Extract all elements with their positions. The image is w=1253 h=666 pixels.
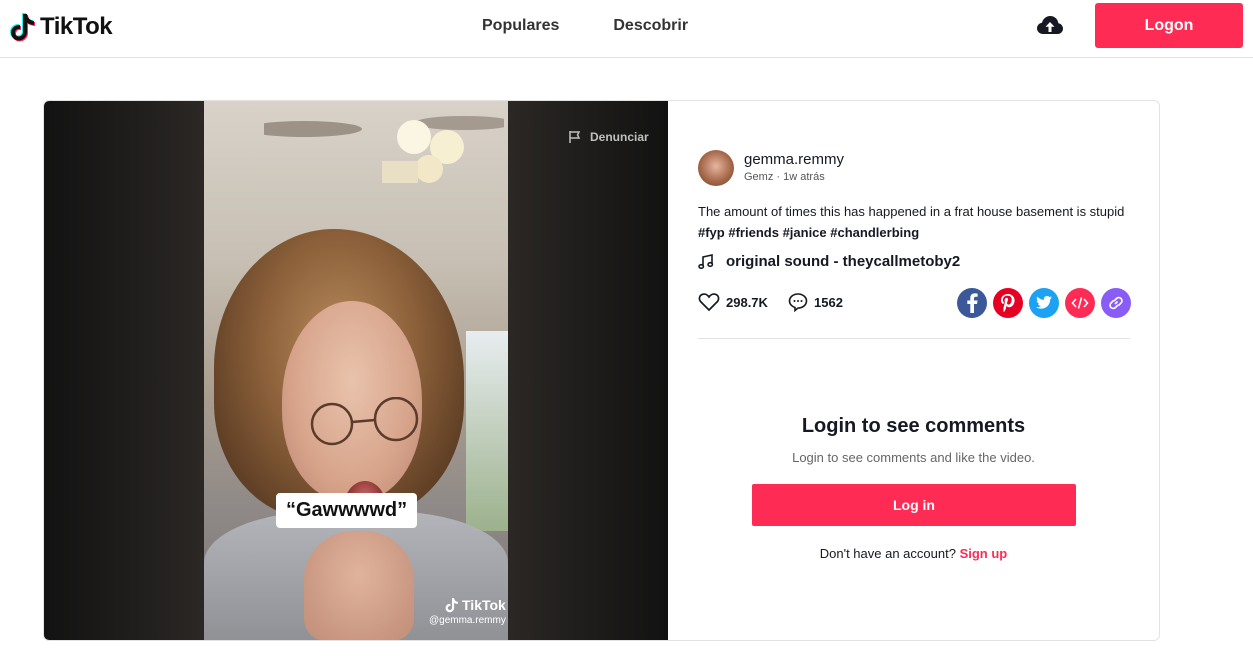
- flag-icon: [569, 131, 581, 143]
- post-description: The amount of times this has happened in…: [698, 201, 1138, 243]
- tiktok-watermark: TikTok @gemma.remmy: [429, 597, 506, 626]
- music-note-icon: [698, 253, 714, 269]
- report-button[interactable]: Denunciar: [568, 130, 649, 144]
- share-buttons: [957, 288, 1137, 318]
- main-nav: Populares Descobrir: [482, 17, 742, 35]
- nav-populares[interactable]: Populares: [482, 17, 559, 35]
- post-time: 1w atrás: [783, 171, 825, 183]
- author-nickname: Gemz: [744, 171, 774, 183]
- description-text: The amount of times this has happened in…: [698, 204, 1125, 219]
- tiktok-logo[interactable]: TikTok: [10, 12, 113, 42]
- glasses-image: [310, 397, 419, 446]
- facebook-icon[interactable]: [957, 288, 987, 318]
- signup-prompt: Don't have an account? Sign up: [668, 546, 1159, 561]
- music-title: original sound - theycallmetoby2: [726, 253, 961, 270]
- hashtag-chandlerbing[interactable]: #chandlerbing: [830, 225, 919, 240]
- divider: [698, 338, 1130, 339]
- upload-cloud-icon[interactable]: [1036, 14, 1064, 38]
- top-header: TikTok Populares Descobrir Logon: [0, 0, 1253, 58]
- link-icon[interactable]: [1101, 288, 1131, 318]
- watermark-username: @gemma.remmy: [429, 615, 506, 626]
- video-frame: “Gawwwwd” TikTok @gemma.remmy: [204, 101, 508, 640]
- hashtag-friends[interactable]: #friends: [728, 225, 779, 240]
- video-player[interactable]: “Gawwwwd” TikTok @gemma.remmy Denunciar: [44, 101, 668, 640]
- login-button[interactable]: Log in: [752, 484, 1076, 526]
- like-count: 298.7K: [726, 294, 768, 310]
- tiktok-logo-icon: [10, 13, 35, 42]
- report-label: Denunciar: [590, 130, 649, 144]
- login-prompt-subtitle: Login to see comments and like the video…: [792, 450, 1035, 465]
- comment-icon[interactable]: [788, 292, 808, 312]
- embed-icon[interactable]: [1065, 288, 1095, 318]
- window-image: [466, 331, 508, 531]
- heart-icon[interactable]: [698, 292, 720, 312]
- hand-image: [304, 531, 414, 640]
- avatar[interactable]: [698, 150, 734, 186]
- author-subline: Gemz · 1w atrás: [744, 171, 825, 183]
- ceiling-fan-image: [264, 116, 504, 183]
- hashtag-janice[interactable]: #janice: [783, 225, 827, 240]
- like-stat: 298.7K: [698, 292, 768, 312]
- twitter-icon[interactable]: [1029, 288, 1059, 318]
- author-username[interactable]: gemma.remmy: [744, 151, 844, 168]
- signup-prompt-text: Don't have an account?: [819, 546, 960, 561]
- post-info-panel: gemma.remmy Gemz · 1w atrás The amount o…: [668, 101, 1159, 640]
- video-card: “Gawwwwd” TikTok @gemma.remmy Denunciar …: [43, 100, 1160, 641]
- pinterest-icon[interactable]: [993, 288, 1023, 318]
- nav-descobrir[interactable]: Descobrir: [613, 17, 688, 35]
- watermark-tiktok-icon: [445, 598, 458, 613]
- hashtag-fyp[interactable]: #fyp: [698, 225, 725, 240]
- watermark-logo: TikTok: [429, 597, 506, 613]
- music-link[interactable]: original sound - theycallmetoby2: [698, 253, 960, 270]
- watermark-logo-text: TikTok: [462, 597, 506, 613]
- login-prompt-title: Login to see comments: [801, 415, 1026, 437]
- signup-link[interactable]: Sign up: [960, 546, 1008, 561]
- comment-stat: 1562: [788, 292, 843, 312]
- logo-text: TikTok: [40, 13, 113, 40]
- logon-button[interactable]: Logon: [1095, 3, 1243, 48]
- comment-count: 1562: [814, 294, 843, 310]
- subline-separator: ·: [773, 171, 784, 183]
- video-caption-sticker: “Gawwwwd”: [276, 493, 418, 528]
